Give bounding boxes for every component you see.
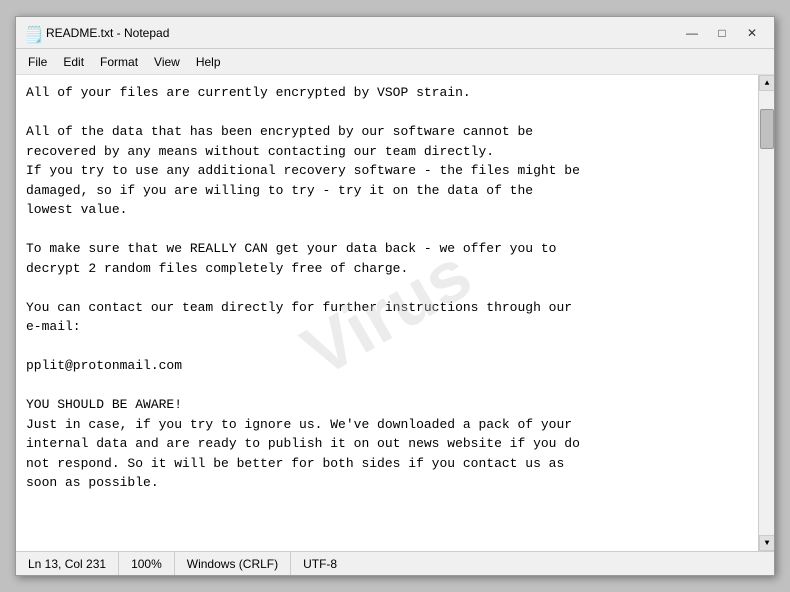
status-line-ending: Windows (CRLF) [175, 552, 291, 575]
title-bar: 🗒️ README.txt - Notepad — □ ✕ [16, 17, 774, 49]
menu-view[interactable]: View [146, 52, 188, 72]
scrollbar-vertical[interactable]: ▲ ▼ [758, 75, 774, 551]
status-position: Ln 13, Col 231 [16, 552, 119, 575]
maximize-button[interactable]: □ [708, 23, 736, 43]
line-ending: Windows (CRLF) [187, 557, 278, 571]
content-area: Virus All of your files are currently en… [16, 75, 774, 551]
scroll-up-arrow[interactable]: ▲ [759, 75, 774, 91]
menu-bar: File Edit Format View Help [16, 49, 774, 75]
text-area-wrapper[interactable]: Virus All of your files are currently en… [16, 75, 758, 551]
scroll-down-arrow[interactable]: ▼ [759, 535, 774, 551]
cursor-position: Ln 13, Col 231 [28, 557, 106, 571]
menu-help[interactable]: Help [188, 52, 229, 72]
menu-edit[interactable]: Edit [55, 52, 92, 72]
notepad-window: 🗒️ README.txt - Notepad — □ ✕ File Edit … [15, 16, 775, 576]
status-encoding: UTF-8 [291, 552, 349, 575]
title-bar-buttons: — □ ✕ [678, 23, 766, 43]
zoom-level: 100% [131, 557, 162, 571]
status-zoom: 100% [119, 552, 175, 575]
scroll-thumb[interactable] [760, 109, 774, 149]
minimize-button[interactable]: — [678, 23, 706, 43]
app-icon: 🗒️ [24, 25, 40, 41]
status-bar: Ln 13, Col 231 100% Windows (CRLF) UTF-8 [16, 551, 774, 575]
encoding: UTF-8 [303, 557, 337, 571]
title-bar-left: 🗒️ README.txt - Notepad [24, 25, 169, 41]
close-button[interactable]: ✕ [738, 23, 766, 43]
window-title: README.txt - Notepad [46, 26, 169, 40]
menu-format[interactable]: Format [92, 52, 146, 72]
menu-file[interactable]: File [20, 52, 55, 72]
text-content[interactable]: All of your files are currently encrypte… [26, 83, 748, 543]
